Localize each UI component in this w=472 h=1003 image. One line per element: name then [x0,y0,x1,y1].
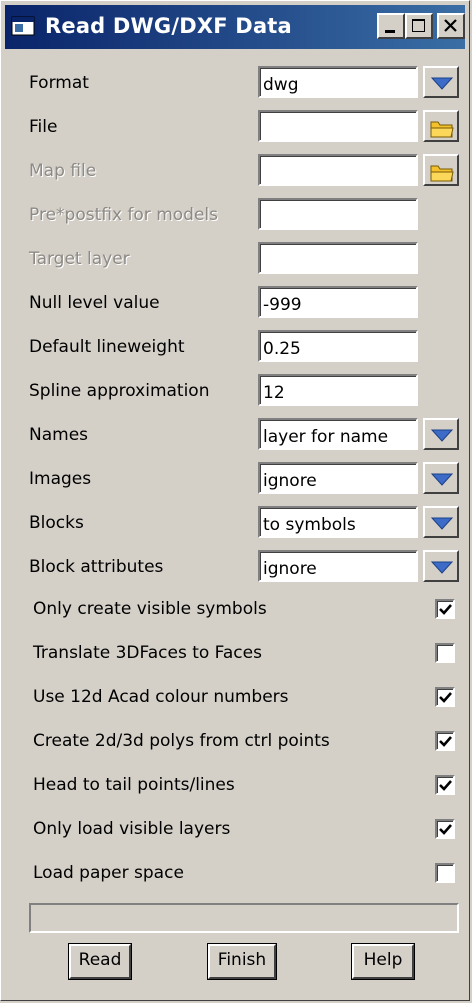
checkbox[interactable] [435,731,455,751]
checkbox[interactable] [435,687,455,707]
lineweight-label: Default lineweight [29,337,185,357]
block-attributes-field[interactable]: ignore [258,550,418,582]
block-attributes-dropdown-button[interactable] [423,550,459,582]
chevron-down-icon [429,73,455,93]
checkbox[interactable] [435,775,455,795]
block-attributes-label: Block attributes [29,557,164,577]
blocks-dropdown-button[interactable] [423,506,459,538]
checkbox[interactable] [435,599,455,619]
prepostfix-label: Pre*postfix for models [29,205,218,225]
folder-icon [430,165,454,182]
format-dropdown-button[interactable] [423,66,459,98]
images-label: Images [29,469,92,489]
format-label: Format [29,73,89,93]
target-layer-label: Target layer [29,249,130,269]
file-label: File [29,117,58,137]
checkbox[interactable] [435,863,455,883]
help-button[interactable]: Help [351,943,415,980]
spline-field[interactable]: 12 [258,374,418,406]
lineweight-field[interactable]: 0.25 [258,330,418,362]
checkmark-icon [439,736,452,747]
checkbox-label: Load paper space [33,863,184,883]
checkmark-icon [439,692,452,703]
checkbox-label: Head to tail points/lines [33,775,235,795]
names-field[interactable]: layer for name [258,418,418,450]
checkbox-label: Use 12d Acad colour numbers [33,687,289,707]
checkbox-label: Only load visible layers [33,819,231,839]
checkbox[interactable] [435,643,455,663]
maximize-button[interactable] [405,13,433,39]
minimize-button[interactable] [377,13,405,39]
names-dropdown-button[interactable] [423,418,459,450]
spline-label: Spline approximation [29,381,210,401]
blocks-label: Blocks [29,513,84,533]
read-button[interactable]: Read [68,943,132,980]
checkbox-label: Create 2d/3d polys from ctrl points [33,731,330,751]
images-dropdown-button[interactable] [423,462,459,494]
prepostfix-field[interactable] [258,198,418,230]
checkbox-label: Only create visible symbols [33,599,267,619]
images-field[interactable]: ignore [258,462,418,494]
title-bar[interactable]: Read DWG/DXF Data [5,5,465,49]
null-level-label: Null level value [29,293,160,313]
blocks-field[interactable]: to symbols [258,506,418,538]
app-window-icon [11,16,35,36]
checkmark-icon [439,824,452,835]
close-icon [444,19,457,32]
folder-icon [430,121,454,138]
chevron-down-icon [430,429,454,442]
checkmark-icon [439,604,452,615]
map-file-field[interactable] [258,154,418,186]
null-level-field[interactable]: -999 [258,286,418,318]
status-bar [29,903,459,933]
names-label: Names [29,425,89,445]
chevron-down-icon [430,473,454,486]
format-field[interactable]: dwg [258,66,418,98]
checkbox-label: Translate 3DFaces to Faces [33,643,262,663]
target-layer-field[interactable] [258,242,418,274]
file-field[interactable] [258,110,418,142]
maximize-icon [412,19,425,32]
file-browse-button[interactable] [423,110,459,142]
checkmark-icon [439,780,452,791]
read-dwg-dxf-dialog: Read DWG/DXF Data Format dwg File Map fi… [0,0,470,1001]
chevron-down-icon [430,561,454,574]
minimize-icon [385,30,395,33]
chevron-down-icon [430,517,454,530]
finish-button[interactable]: Finish [207,943,277,980]
map-file-label: Map file [29,161,97,181]
window-title: Read DWG/DXF Data [45,14,292,38]
map-file-browse-button[interactable] [423,154,459,186]
checkbox[interactable] [435,819,455,839]
close-button[interactable] [437,13,465,39]
